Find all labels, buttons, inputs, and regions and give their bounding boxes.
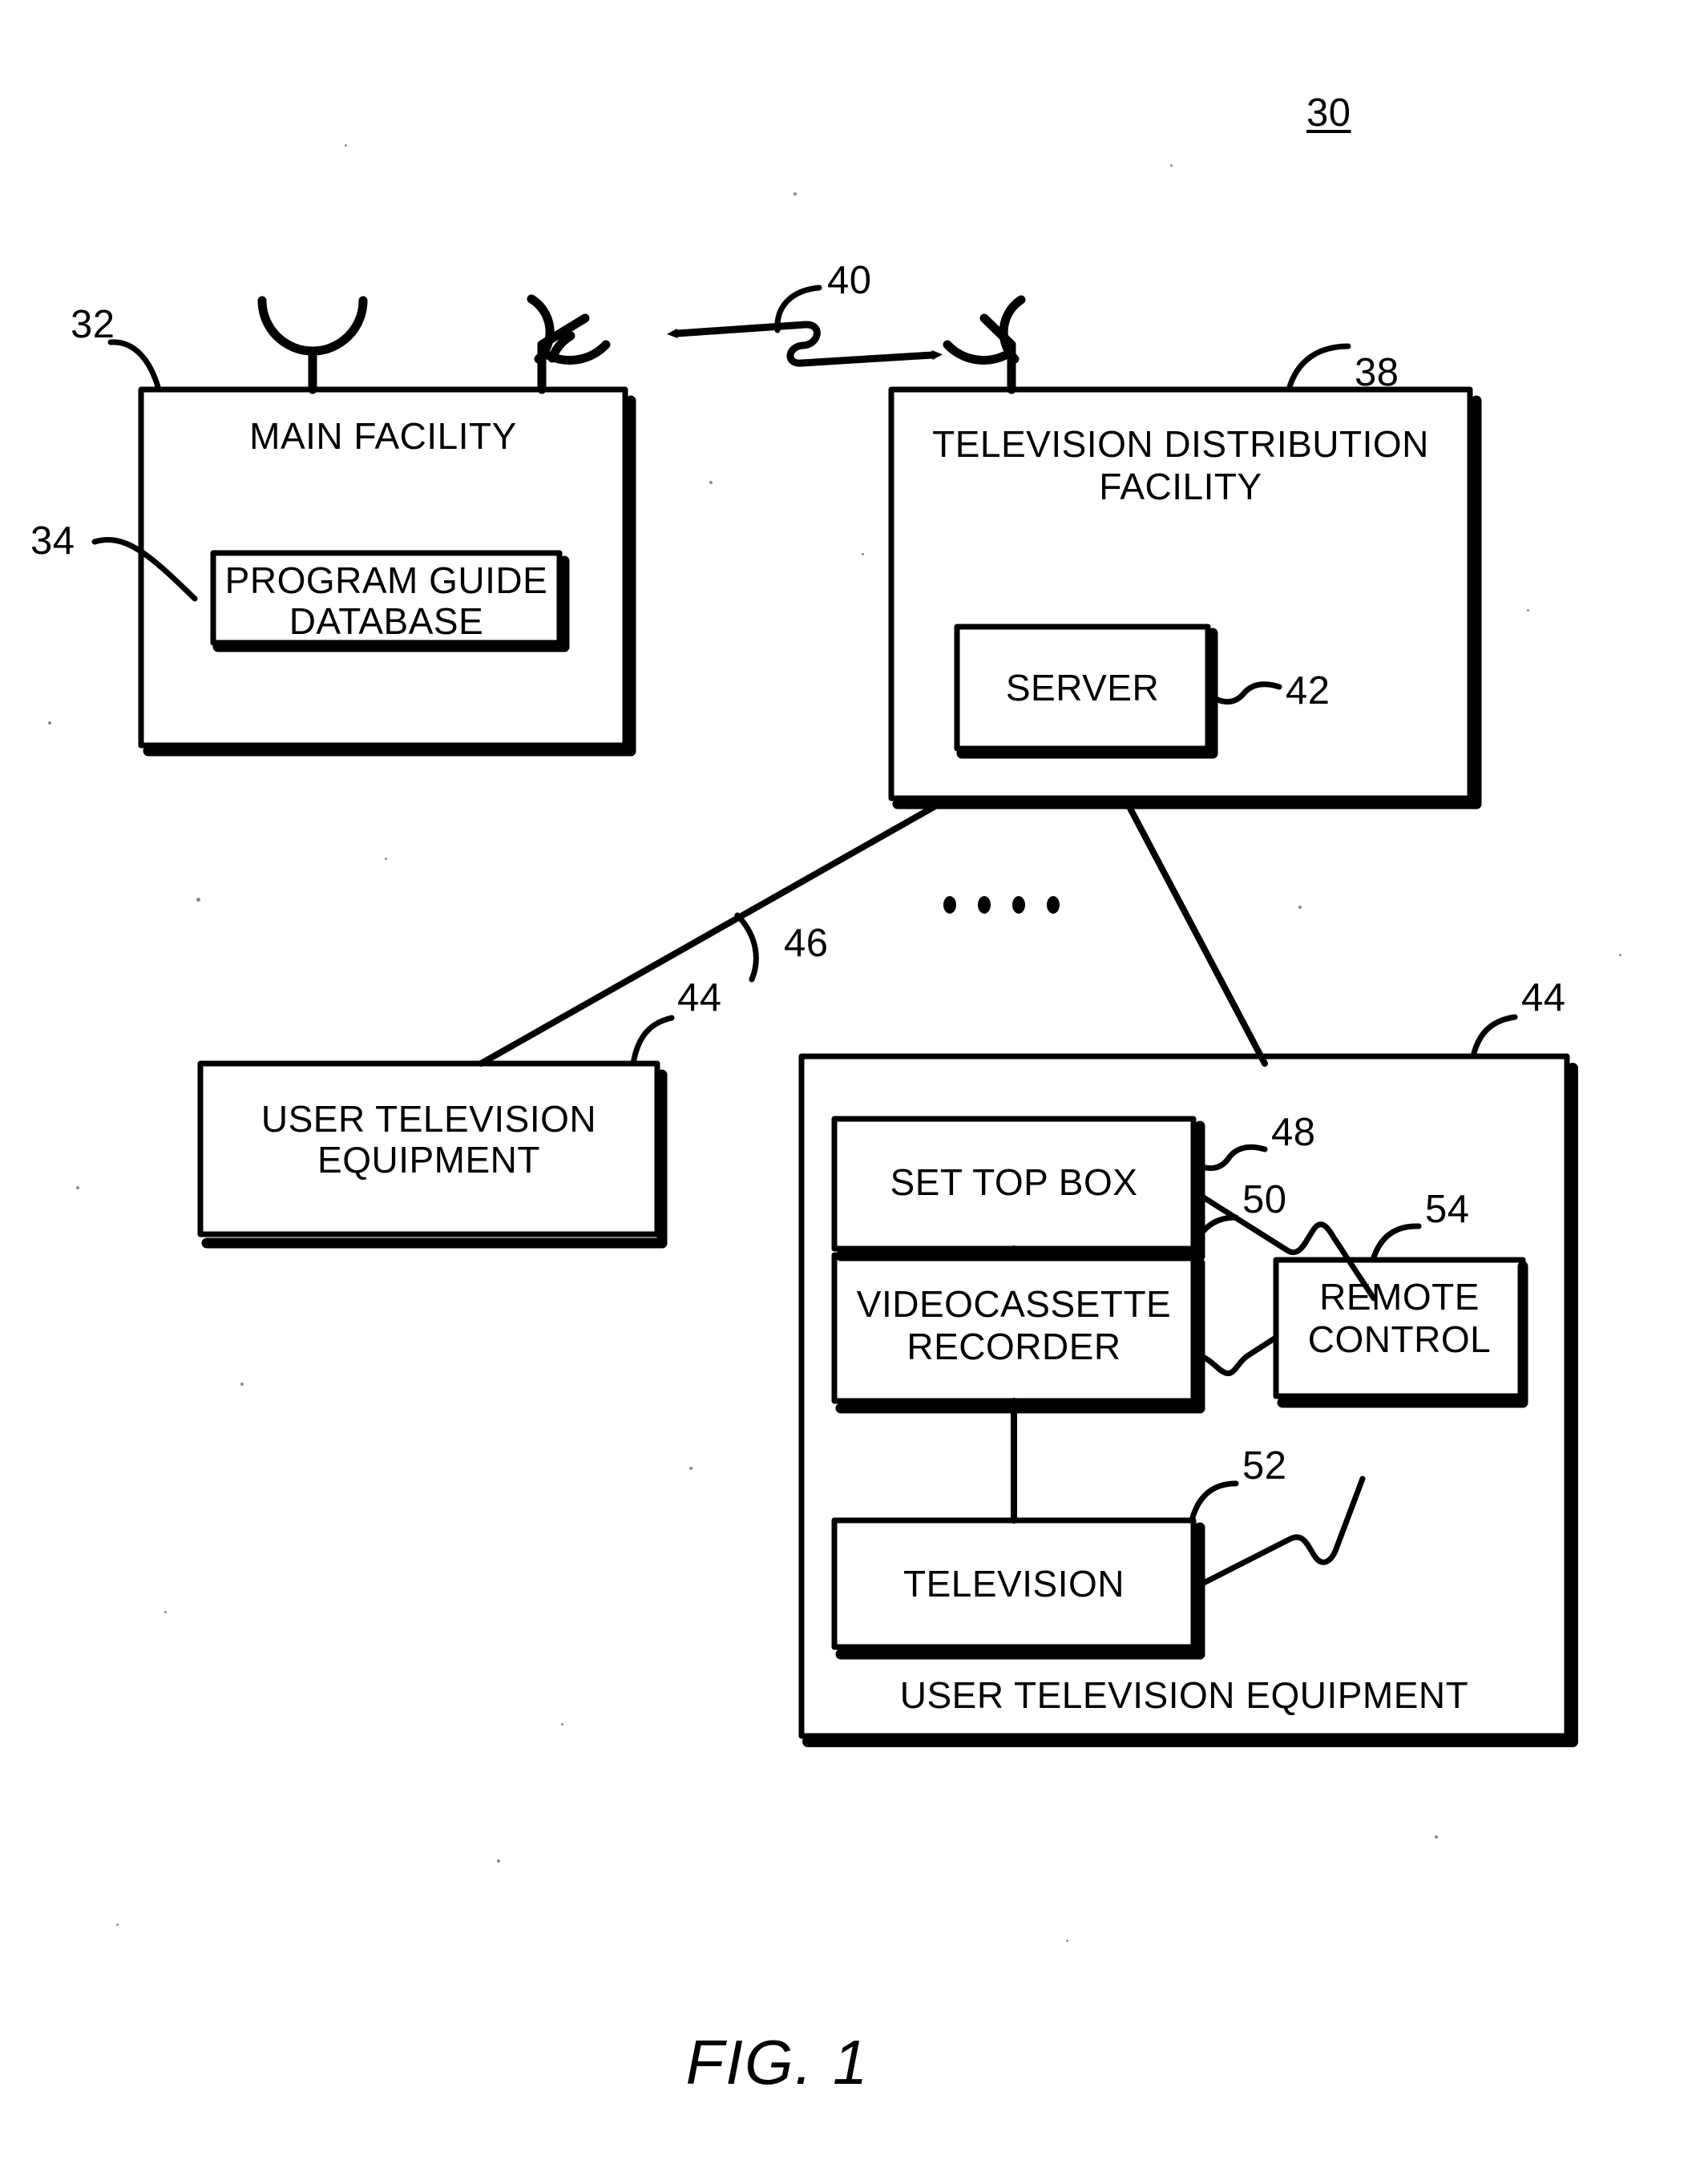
transmit-antenna-icon [527, 294, 611, 394]
leader-32 [107, 339, 162, 393]
ref-number-48: 48 [1271, 1111, 1316, 1154]
continuation-dots-icon [943, 896, 1060, 914]
ref-number-38: 38 [1355, 351, 1399, 394]
distribution-line-right [1123, 797, 1268, 1067]
remote-control-label-line1: REMOTE [1319, 1276, 1480, 1318]
television-label: TELEVISION [903, 1563, 1125, 1605]
leader-44-right [1470, 1014, 1518, 1060]
leader-38 [1286, 343, 1351, 393]
server-label: SERVER [1005, 667, 1160, 708]
leader-54 [1370, 1223, 1422, 1263]
ute-left-label-line1: USER TELEVISION [260, 1098, 597, 1140]
program-guide-db-label-line1: PROGRAM GUIDE [224, 559, 548, 601]
wireless-link-arrow [667, 321, 943, 367]
vcr-label-line1: VIDEOCASSETTE [856, 1283, 1172, 1325]
ref-number-34: 34 [30, 519, 75, 563]
main-facility-label: MAIN FACILITY [249, 415, 517, 457]
ir-link-vcr-remote [1193, 1335, 1278, 1377]
ref-number-42: 42 [1286, 669, 1330, 713]
patent-figure-page: 30 32 MAIN FACILITY 34 PROGRAM GUIDE DAT… [0, 0, 1704, 2184]
figure-caption: FIG. 1 [685, 2027, 870, 2097]
figure-line-art [91, 285, 1578, 1747]
leader-44-left [630, 1015, 675, 1067]
distribution-line-left [478, 797, 948, 1067]
set-top-box-label: SET TOP BOX [890, 1161, 1138, 1203]
tv-distribution-facility-label-line2: FACILITY [1099, 466, 1262, 507]
ref-number-50: 50 [1242, 1178, 1287, 1221]
satellite-dish-icon [257, 296, 368, 394]
ref-number-40: 40 [827, 259, 872, 302]
vcr-label-line2: RECORDER [907, 1326, 1121, 1367]
ref-number-44-right: 44 [1521, 976, 1566, 1019]
receive-antenna-icon [943, 295, 1026, 394]
program-guide-db-label-line2: DATABASE [289, 600, 484, 642]
ref-number-54: 54 [1425, 1188, 1470, 1231]
leader-42 [1207, 681, 1282, 704]
ute-left-label-line2: EQUIPMENT [317, 1139, 540, 1181]
ir-link-tv-remote [1193, 1476, 1366, 1590]
leader-52 [1189, 1480, 1239, 1524]
remote-control-label-line2: CONTROL [1307, 1318, 1492, 1360]
leader-34 [91, 536, 198, 602]
tv-distribution-facility-label-line1: TELEVISION DISTRIBUTION [932, 423, 1429, 465]
ref-number-52: 52 [1242, 1444, 1287, 1488]
system-ref-number: 30 [1306, 91, 1351, 135]
leader-46 [734, 912, 759, 983]
ref-number-32: 32 [71, 303, 115, 346]
ref-number-46: 46 [784, 922, 829, 965]
ref-number-44-left: 44 [677, 976, 722, 1019]
ute-right-label: USER TELEVISION EQUIPMENT [899, 1674, 1469, 1716]
